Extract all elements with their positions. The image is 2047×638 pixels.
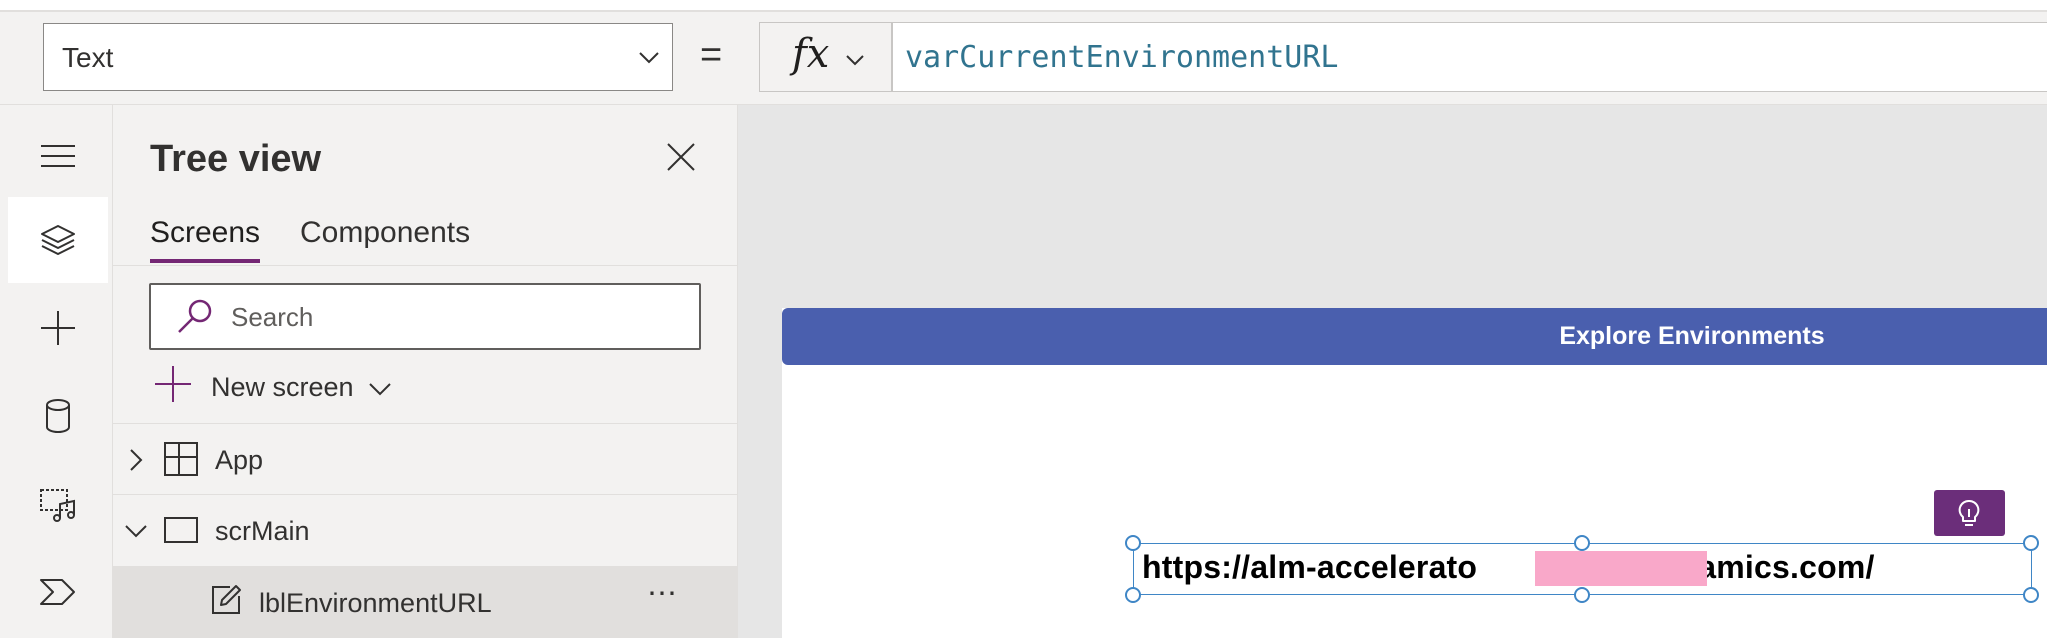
resize-handle[interactable]	[1574, 535, 1590, 551]
new-screen-label: New screen	[211, 372, 354, 402]
property-dropdown[interactable]: Text	[43, 23, 673, 91]
redaction-overlay	[1535, 551, 1707, 586]
resize-handle[interactable]	[1125, 587, 1141, 603]
tree-view-title: Tree view	[150, 138, 322, 180]
environment-url-text: https://alm-accelerato .dynamics.com/	[1142, 549, 1875, 585]
tab-screens[interactable]: Screens	[150, 216, 260, 250]
plus-icon	[41, 311, 75, 345]
divider	[113, 265, 737, 266]
search-box[interactable]	[149, 283, 701, 350]
lightbulb-icon	[1958, 499, 1980, 526]
left-rail	[0, 105, 113, 638]
divider	[113, 494, 737, 495]
edit-label-icon	[210, 584, 242, 620]
chevron-down-icon	[367, 376, 393, 406]
layers-icon	[41, 225, 75, 255]
chevron-down-icon	[844, 49, 866, 75]
media-icon	[40, 489, 75, 522]
close-button[interactable]	[664, 140, 698, 178]
formula-text: varCurrentEnvironmentURL	[905, 40, 1339, 75]
tree-view-button[interactable]	[8, 197, 108, 283]
tree-item-label: App	[215, 445, 264, 475]
top-strip	[0, 0, 2047, 12]
tree-item-app[interactable]: App	[113, 425, 737, 495]
chevron-down-icon	[636, 44, 662, 74]
more-options-icon[interactable]: ⋯	[647, 576, 679, 611]
close-icon	[667, 143, 695, 171]
resize-handle[interactable]	[1125, 535, 1141, 551]
screen-header-title: Explore Environments	[1559, 322, 1825, 350]
tree-item-label: scrMain	[215, 516, 310, 546]
media-button[interactable]	[8, 461, 108, 547]
power-automate-button[interactable]	[8, 549, 108, 635]
equals-sign: =	[700, 34, 723, 76]
screen-header: Explore Environments	[782, 308, 2047, 365]
ideas-button[interactable]	[1934, 490, 2005, 536]
fx-button[interactable]: fx	[759, 22, 892, 92]
data-button[interactable]	[8, 373, 108, 459]
tab-screens-underline	[150, 259, 260, 263]
plus-icon	[153, 364, 193, 408]
hamburger-menu-icon	[41, 145, 75, 167]
tree-item-label: lblEnvironmentURL	[259, 588, 492, 618]
search-input[interactable]	[229, 299, 673, 335]
formula-input[interactable]: varCurrentEnvironmentURL	[892, 22, 2047, 92]
hamburger-menu-button[interactable]	[8, 113, 108, 199]
chevron-right-icon[interactable]	[125, 447, 147, 477]
insert-button[interactable]	[8, 285, 108, 371]
database-icon	[46, 399, 70, 433]
fx-icon: fx	[792, 31, 830, 77]
property-value: Text	[62, 42, 114, 73]
app-icon	[163, 441, 199, 481]
screen-icon	[163, 516, 199, 548]
tree-item-scrmain[interactable]: scrMain	[113, 496, 737, 566]
resize-handle[interactable]	[1574, 587, 1590, 603]
divider	[113, 423, 737, 424]
power-automate-icon	[40, 579, 75, 605]
resize-handle[interactable]	[2023, 587, 2039, 603]
chevron-down-icon[interactable]	[123, 520, 149, 546]
search-icon	[175, 297, 215, 341]
tree-item-lblenvironmenturl[interactable]: lblEnvironmentURL ⋯	[113, 566, 737, 638]
tab-components[interactable]: Components	[300, 216, 470, 250]
resize-handle[interactable]	[2023, 535, 2039, 551]
